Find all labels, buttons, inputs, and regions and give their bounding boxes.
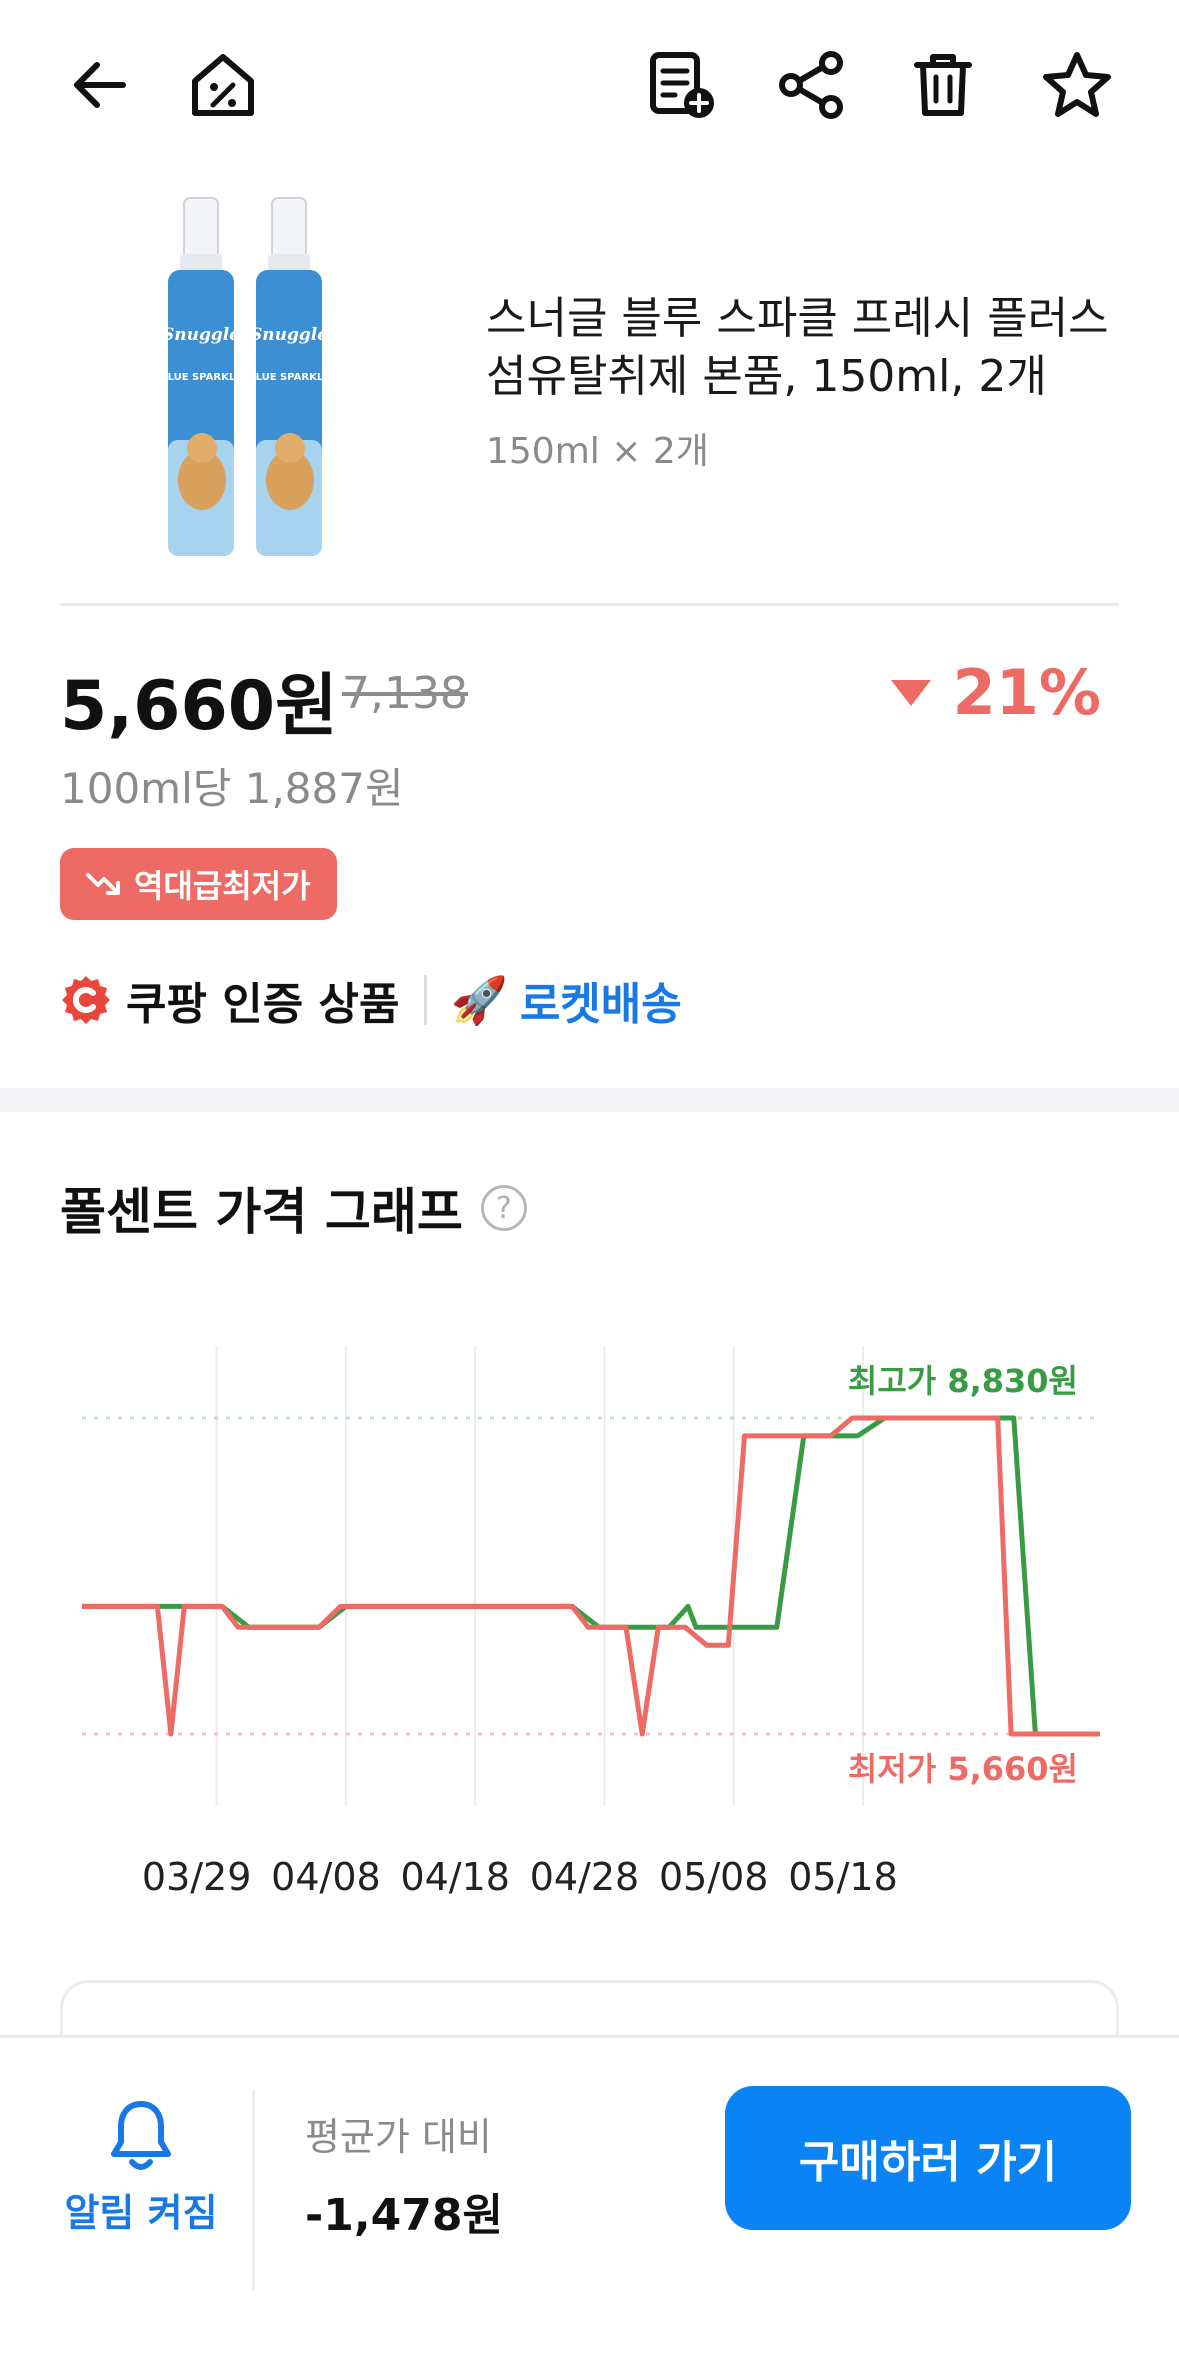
average-compare: 평균가 대비 -1,478원 xyxy=(305,2106,503,2243)
product-option: 150ml × 2개 xyxy=(486,431,709,472)
back-arrow-icon[interactable] xyxy=(56,40,146,130)
compare-value: -1,478원 xyxy=(305,2190,503,2241)
trash-icon[interactable] xyxy=(898,40,988,130)
top-bar xyxy=(0,0,1179,170)
bell-icon xyxy=(111,2101,171,2170)
x-tick-label: 05/18 xyxy=(788,1855,898,1899)
buy-button[interactable]: 구매하러 가기 xyxy=(725,2086,1131,2230)
help-icon[interactable]: ? xyxy=(480,1185,527,1231)
compare-label: 평균가 대비 xyxy=(305,2115,492,2159)
badge-label: 역대급최저가 xyxy=(134,867,311,905)
separator xyxy=(423,975,427,1025)
discount-rate: 21% xyxy=(890,656,1101,729)
alarm-toggle[interactable]: 알림 켜짐 xyxy=(56,2098,226,2237)
price-series-line-1 xyxy=(82,1415,1100,1737)
price-series-line-2 xyxy=(82,1415,1100,1737)
trending-down-icon xyxy=(86,873,120,895)
bottom-action-bar: 알림 켜짐 평균가 대비 -1,478원 구매하러 가기 xyxy=(0,2035,1179,2379)
price-chart-svg: 최고가 8,830원최저가 5,660원 03/29 04/08 04/18 04/28… xyxy=(82,1346,1100,1899)
x-tick-label: 03/29 xyxy=(142,1855,252,1899)
divider xyxy=(252,2090,255,2290)
price-row: 5,660원 7,138 21% xyxy=(60,650,1119,746)
product-image-brand: Snuggle xyxy=(162,325,240,345)
add-to-list-icon[interactable] xyxy=(636,40,726,130)
x-tick-label: 04/08 xyxy=(271,1855,381,1899)
discount-value: 21% xyxy=(952,656,1101,729)
down-triangle-icon xyxy=(890,679,931,706)
price-chart[interactable]: 최고가 8,830원최저가 5,660원 03/29 04/08 04/18 04/28… xyxy=(0,1310,1179,1930)
rocket-icon: 🚀 xyxy=(450,972,508,1027)
alarm-label: 알림 켜짐 xyxy=(64,2191,218,2235)
rocket-delivery-label: 로켓배송 xyxy=(519,979,682,1030)
coupang-cert-label: 쿠팡 인증 상품 xyxy=(126,979,400,1030)
share-icon[interactable] xyxy=(766,40,856,130)
star-icon[interactable] xyxy=(1032,40,1122,130)
graph-section-title: 폴센트 가격 그래프 ? xyxy=(60,1172,527,1244)
product-summary: Snuggle BLUE SPARKLE Snuggle BLUE SPARKL… xyxy=(0,190,1179,600)
divider xyxy=(60,603,1119,606)
coupang-cert-icon xyxy=(62,976,110,1024)
x-tick-label: 05/08 xyxy=(659,1855,769,1899)
product-image-line: BLUE SPARKLE xyxy=(248,372,330,383)
lowest-price-badge: 역대급최저가 xyxy=(60,848,337,920)
high-price-label: 최고가 8,830원 xyxy=(848,1362,1078,1400)
low-price-label: 최저가 5,660원 xyxy=(848,1750,1078,1788)
product-title[interactable]: 스너글 블루 스파클 프레시 플러스 섬유탈취제 본품, 150ml, 2개 xyxy=(486,290,1126,406)
product-image-brand: Snuggle xyxy=(250,325,328,345)
discount-home-icon[interactable] xyxy=(178,40,268,130)
x-tick-label: 04/28 xyxy=(530,1855,640,1899)
x-tick-label: 04/18 xyxy=(400,1855,510,1899)
original-price: 7,138 xyxy=(342,668,468,719)
product-image[interactable]: Snuggle BLUE SPARKLE Snuggle BLUE SPARKL… xyxy=(150,190,350,570)
section-separator xyxy=(0,1088,1179,1112)
graph-title: 폴센트 가격 그래프 xyxy=(60,1183,463,1241)
certification-row: 쿠팡 인증 상품 🚀 로켓배송 xyxy=(60,965,682,1035)
unit-price: 100ml당 1,887원 xyxy=(60,764,404,813)
product-image-line: BLUE SPARKLE xyxy=(160,372,242,383)
current-price: 5,660원 xyxy=(60,667,338,746)
